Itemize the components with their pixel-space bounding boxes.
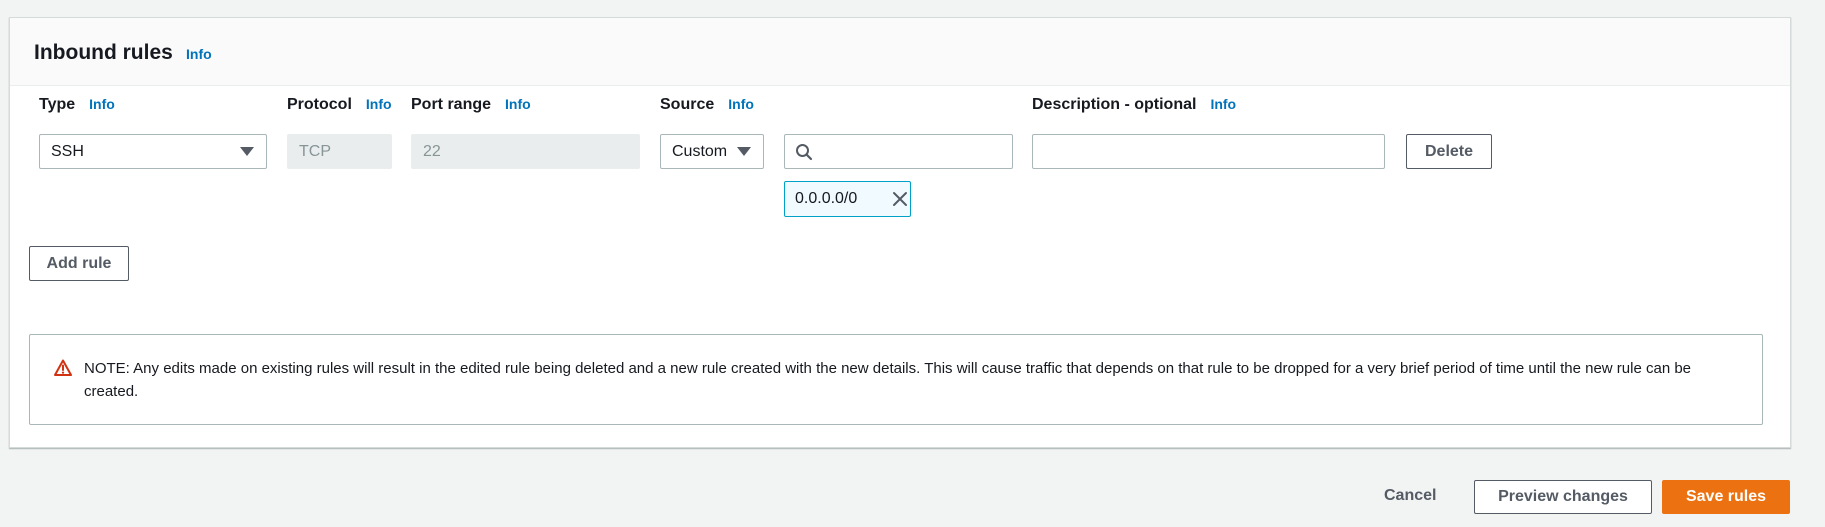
panel-header: Inbound rules Info: [10, 18, 1790, 86]
port-range-label-text: Port range: [411, 96, 492, 113]
description-input[interactable]: [1032, 134, 1385, 169]
delete-rule-button[interactable]: Delete: [1406, 134, 1492, 169]
type-select-value: SSH: [51, 142, 84, 160]
note-text: NOTE: Any edits made on existing rules w…: [84, 360, 1692, 400]
type-label: Type Info: [39, 96, 115, 114]
port-range-value: 22: [423, 142, 441, 160]
save-rules-button[interactable]: Save rules: [1662, 480, 1790, 514]
protocol-field: TCP: [287, 134, 392, 169]
add-rule-button[interactable]: Add rule: [29, 246, 129, 281]
source-type-select[interactable]: Custom: [660, 134, 764, 169]
panel-title: Inbound rules: [34, 41, 173, 64]
chevron-down-icon: [737, 147, 751, 156]
description-info-link[interactable]: Info: [1210, 96, 1236, 112]
warning-icon: [54, 359, 72, 376]
source-search-input[interactable]: [784, 134, 1013, 169]
chevron-down-icon: [240, 147, 254, 156]
description-label: Description - optional Info: [1032, 96, 1236, 114]
port-range-info-link[interactable]: Info: [505, 96, 531, 112]
edit-warning-note: NOTE: Any edits made on existing rules w…: [29, 334, 1763, 425]
source-token-label: 0.0.0.0/0: [795, 190, 858, 207]
protocol-label-text: Protocol: [287, 96, 352, 113]
source-token: 0.0.0.0/0: [784, 181, 911, 217]
type-info-link[interactable]: Info: [89, 96, 115, 112]
protocol-info-link[interactable]: Info: [366, 96, 392, 112]
type-select[interactable]: SSH: [39, 134, 267, 169]
cancel-button[interactable]: Cancel: [1384, 487, 1436, 505]
type-label-text: Type: [39, 96, 76, 113]
preview-changes-button[interactable]: Preview changes: [1474, 480, 1652, 514]
description-label-text: Description - optional: [1032, 96, 1197, 113]
protocol-label: Protocol Info: [287, 96, 392, 114]
port-range-field: 22: [411, 134, 640, 169]
inbound-rules-panel: Inbound rules Info Type Info Protocol Info…: [9, 17, 1791, 448]
source-info-link[interactable]: Info: [728, 96, 754, 112]
title-info-link[interactable]: Info: [186, 46, 212, 62]
source-type-value: Custom: [672, 142, 728, 160]
source-label-text: Source: [660, 96, 715, 113]
close-icon[interactable]: [891, 190, 909, 208]
protocol-value: TCP: [299, 142, 331, 160]
search-icon: [796, 144, 813, 161]
port-range-label: Port range Info: [411, 96, 531, 114]
source-label: Source Info: [660, 96, 754, 114]
